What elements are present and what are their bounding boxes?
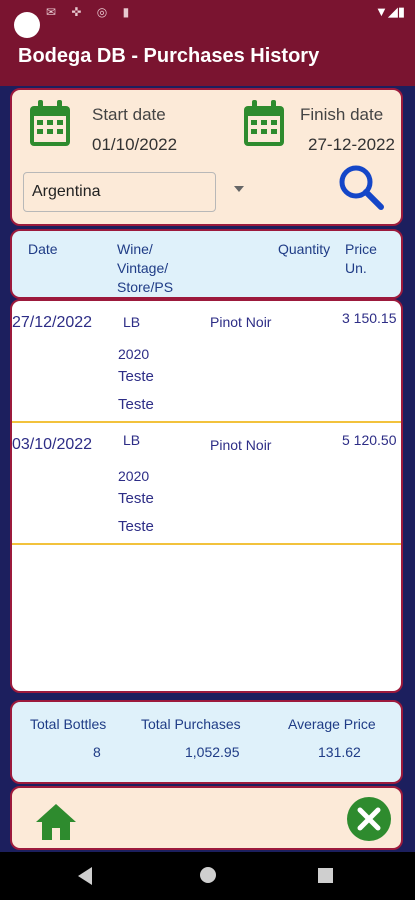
nav-home-icon[interactable] [200,867,216,883]
bottom-actions [10,786,403,850]
start-calendar-icon[interactable] [28,100,72,148]
notification-icons: ✉ ✜ ◎ ▮ [46,5,136,19]
row-store: Teste [118,490,154,507]
signal-battery-icons: ▼◢▮ [374,4,405,19]
finish-date-label: Finish date [300,105,384,124]
table-row[interactable]: 27/12/2022 LB Pinot Noir 3 150.15 2020 T… [12,301,401,423]
row-price: 5 120.50 [342,432,397,448]
header-wine: Wine/ Vintage/ Store/PS [117,241,174,295]
recents-icon[interactable] [318,868,333,883]
search-icon[interactable] [336,162,386,212]
row-date: 27/12/2022 [12,314,93,331]
table-header: Date Wine/ Vintage/ Store/PS Quantity Pr… [10,229,403,299]
camera-cutout [14,12,40,38]
row-ps: Teste [118,396,154,413]
back-icon[interactable] [78,867,92,885]
purchases-list[interactable]: 27/12/2022 LB Pinot Noir 3 150.15 2020 T… [10,299,403,693]
finish-calendar-icon[interactable] [242,100,286,148]
dropdown-caret-icon[interactable] [234,186,244,192]
header-date: Date [28,241,58,257]
row-wine: LB [123,314,141,330]
row-store: Teste [118,368,154,385]
row-grape: Pinot Noir [210,437,272,453]
close-icon[interactable] [346,796,392,842]
app-bar: Bodega DB - Purchases History [0,28,415,86]
country-dropdown[interactable]: Argentina [23,172,216,212]
row-date: 03/10/2022 [12,436,93,453]
row-wine: LB [123,432,141,448]
total-bottles-label: Total Bottles [30,716,107,732]
row-grape: Pinot Noir [210,314,272,330]
start-date-value[interactable]: 01/10/2022 [92,135,177,155]
filter-panel: Start date 01/10/2022 Finish date 27-12-… [10,88,403,226]
average-price-label: Average Price [288,716,376,732]
header-quantity: Quantity [278,241,331,257]
page-title: Bodega DB - Purchases History [18,45,320,67]
total-bottles-value: 8 [93,744,101,760]
totals-panel: Total Bottles 8 Total Purchases 1,052.95… [10,700,403,784]
finish-date-value[interactable]: 27-12-2022 [308,135,395,155]
row-price: 3 150.15 [342,310,397,326]
total-purchases-label: Total Purchases [141,716,241,732]
home-icon[interactable] [34,802,78,842]
system-nav-bar [0,852,415,900]
status-bar: ✉ ✜ ◎ ▮ ▼◢▮ [0,0,415,38]
header-price: Price Un. [345,241,377,276]
row-ps: Teste [118,518,154,535]
row-vintage: 2020 [118,468,150,484]
row-vintage: 2020 [118,346,150,362]
total-purchases-value: 1,052.95 [185,744,240,760]
average-price-value: 131.62 [318,744,361,760]
start-date-label: Start date [92,105,166,124]
table-row[interactable]: 03/10/2022 LB Pinot Noir 5 120.50 2020 T… [12,423,401,545]
